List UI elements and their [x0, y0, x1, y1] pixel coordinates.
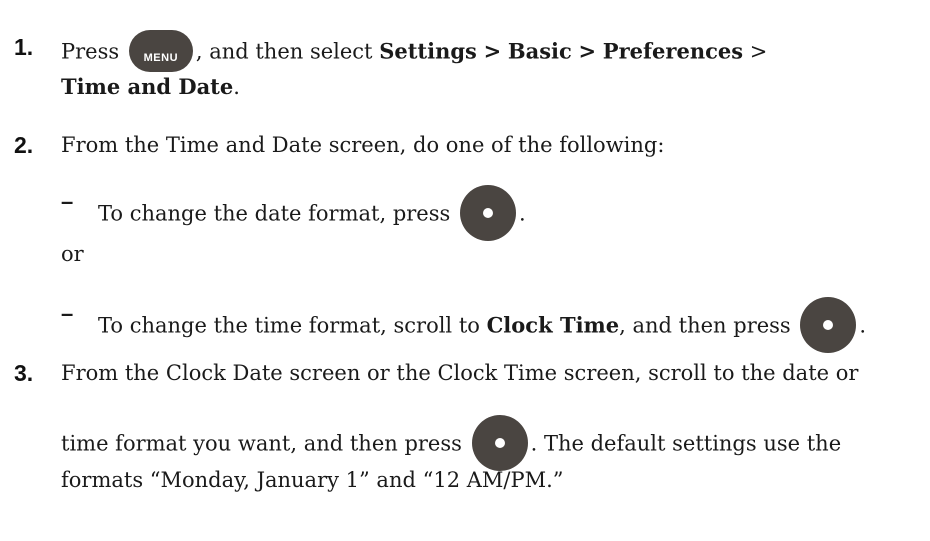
step-1-number: 1. [14, 34, 34, 60]
option-b-period: . [859, 313, 867, 338]
step-3-text-2-post: . The default settings use the [530, 431, 842, 456]
option-b-text: To change the time format, scroll to [98, 313, 480, 338]
option-b-dash: – [61, 301, 74, 326]
center-select-button-icon [800, 297, 857, 353]
step-1-press: Press [61, 39, 120, 64]
step-1-sep-2: > [578, 38, 597, 64]
menu-button-label: MENU [143, 52, 179, 64]
option-a-text: To change the date format, press [98, 201, 451, 226]
option-b-and-then: , and then press [619, 313, 791, 338]
step-1-and-then: , and then select [195, 39, 373, 64]
or-text: or [61, 242, 84, 266]
option-b-clock-time: Clock Time [486, 312, 620, 338]
step-3-number: 3. [14, 360, 34, 386]
option-a-period: . [518, 201, 526, 226]
menu-button-icon: MENU [128, 30, 193, 72]
step-1-line-2-text: Time and Date. [61, 72, 240, 102]
step-1-text: Press MENU , and then select Settings > B… [61, 30, 768, 74]
step-1-settings: Settings [379, 38, 477, 64]
step-1-time-and-date: Time and Date [61, 74, 234, 99]
option-a-dash: – [61, 189, 74, 214]
step-1-basic: Basic [507, 38, 572, 64]
step-1-sep-3: > [749, 39, 768, 64]
center-select-button-icon [471, 415, 528, 471]
step-3-text-1: From the Clock Date screen or the Clock … [61, 361, 859, 385]
step-3-text-3: formats “Monday, January 1” and “12 AM/P… [61, 468, 564, 492]
step-3-text-2: time format you want, and then press [61, 431, 462, 456]
option-a-text-wrap: To change the date format, press . [98, 185, 526, 243]
step-2-number: 2. [14, 132, 34, 158]
step-1-preferences: Preferences [602, 38, 744, 64]
step-2-text: From the Time and Date screen, do one of… [61, 133, 665, 157]
step-1-sep-1: > [483, 38, 502, 64]
option-b-text-wrap: To change the time format, scroll to Clo… [98, 297, 867, 355]
center-select-button-icon [459, 185, 516, 241]
step-1-period: . [233, 75, 240, 99]
